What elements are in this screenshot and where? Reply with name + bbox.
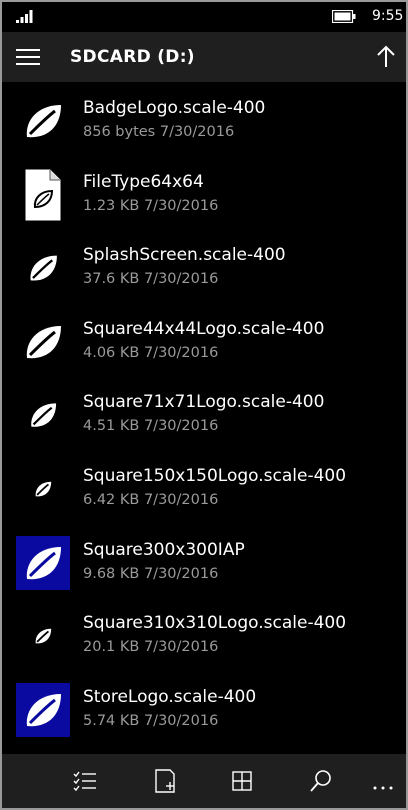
file-name: Square71x71Logo.scale-400 bbox=[83, 392, 325, 413]
file-name: Square150x150Logo.scale-400 bbox=[83, 465, 347, 486]
file-item[interactable]: Square310x310Logo.scale-400 20.1 KB 7/30… bbox=[2, 601, 406, 675]
leaf-logo-icon bbox=[16, 241, 70, 295]
file-name: FileType64x64 bbox=[83, 171, 204, 192]
hamburger-menu-icon[interactable] bbox=[16, 46, 40, 68]
file-list: BadgeLogo.scale-400 856 bytes 7/30/2016 … bbox=[2, 86, 406, 748]
grid-view-icon[interactable] bbox=[229, 768, 255, 794]
leaf-logo-tile-icon bbox=[16, 535, 70, 590]
up-arrow-icon[interactable] bbox=[374, 44, 398, 70]
leaf-logo-icon bbox=[16, 609, 70, 663]
search-icon[interactable] bbox=[308, 768, 334, 794]
file-meta: 5.74 KB 7/30/2016 bbox=[83, 712, 219, 729]
leaf-logo-icon bbox=[16, 462, 70, 516]
page-title: SDCARD (D:) bbox=[70, 47, 195, 67]
leaf-logo-icon bbox=[16, 388, 70, 442]
file-item[interactable]: Square300x300IAP 9.68 KB 7/30/2016 bbox=[2, 528, 406, 602]
signal-strength-icon bbox=[16, 10, 33, 23]
battery-icon bbox=[332, 10, 356, 23]
app-window: 9:55 SDCARD (D:) BadgeLogo.scale-400 856… bbox=[0, 0, 408, 810]
file-item[interactable]: SplashScreen.scale-400 37.6 KB 7/30/2016 bbox=[2, 233, 406, 307]
more-options-icon[interactable] bbox=[370, 768, 396, 794]
file-item[interactable]: StoreLogo.scale-400 5.74 KB 7/30/2016 bbox=[2, 675, 406, 749]
file-item[interactable]: Square150x150Logo.scale-400 6.42 KB 7/30… bbox=[2, 454, 406, 528]
leaf-logo-icon bbox=[16, 94, 70, 148]
new-file-icon[interactable] bbox=[152, 768, 178, 794]
file-meta: 4.51 KB 7/30/2016 bbox=[83, 418, 219, 435]
bottom-app-bar bbox=[2, 754, 406, 808]
file-meta: 6.42 KB 7/30/2016 bbox=[83, 491, 219, 508]
file-meta: 9.68 KB 7/30/2016 bbox=[83, 565, 219, 582]
file-name: StoreLogo.scale-400 bbox=[83, 686, 257, 707]
file-item[interactable]: BadgeLogo.scale-400 856 bytes 7/30/2016 bbox=[2, 86, 406, 160]
file-item[interactable]: FileType64x64 1.23 KB 7/30/2016 bbox=[2, 160, 406, 234]
file-meta: 20.1 KB 7/30/2016 bbox=[83, 639, 219, 656]
file-meta: 856 bytes 7/30/2016 bbox=[83, 124, 235, 140]
select-list-icon[interactable] bbox=[72, 768, 98, 794]
document-file-icon bbox=[16, 168, 70, 222]
leaf-logo-icon bbox=[16, 315, 70, 369]
file-name: Square310x310Logo.scale-400 bbox=[83, 613, 347, 634]
file-item[interactable]: Square71x71Logo.scale-400 4.51 KB 7/30/2… bbox=[2, 380, 406, 454]
file-meta: 37.6 KB 7/30/2016 bbox=[83, 271, 219, 288]
status-bar: 9:55 bbox=[2, 2, 406, 32]
file-meta: 4.06 KB 7/30/2016 bbox=[83, 344, 219, 361]
status-time: 9:55 bbox=[372, 8, 404, 24]
file-name: Square300x300IAP bbox=[83, 539, 245, 560]
file-name: SplashScreen.scale-400 bbox=[83, 245, 286, 266]
leaf-logo-tile-icon bbox=[16, 682, 70, 737]
file-item[interactable]: Square44x44Logo.scale-400 4.06 KB 7/30/2… bbox=[2, 307, 406, 381]
file-name: BadgeLogo.scale-400 bbox=[83, 98, 266, 118]
file-meta: 1.23 KB 7/30/2016 bbox=[83, 197, 219, 214]
header-bar: SDCARD (D:) bbox=[2, 32, 406, 82]
file-name: Square44x44Logo.scale-400 bbox=[83, 318, 325, 339]
